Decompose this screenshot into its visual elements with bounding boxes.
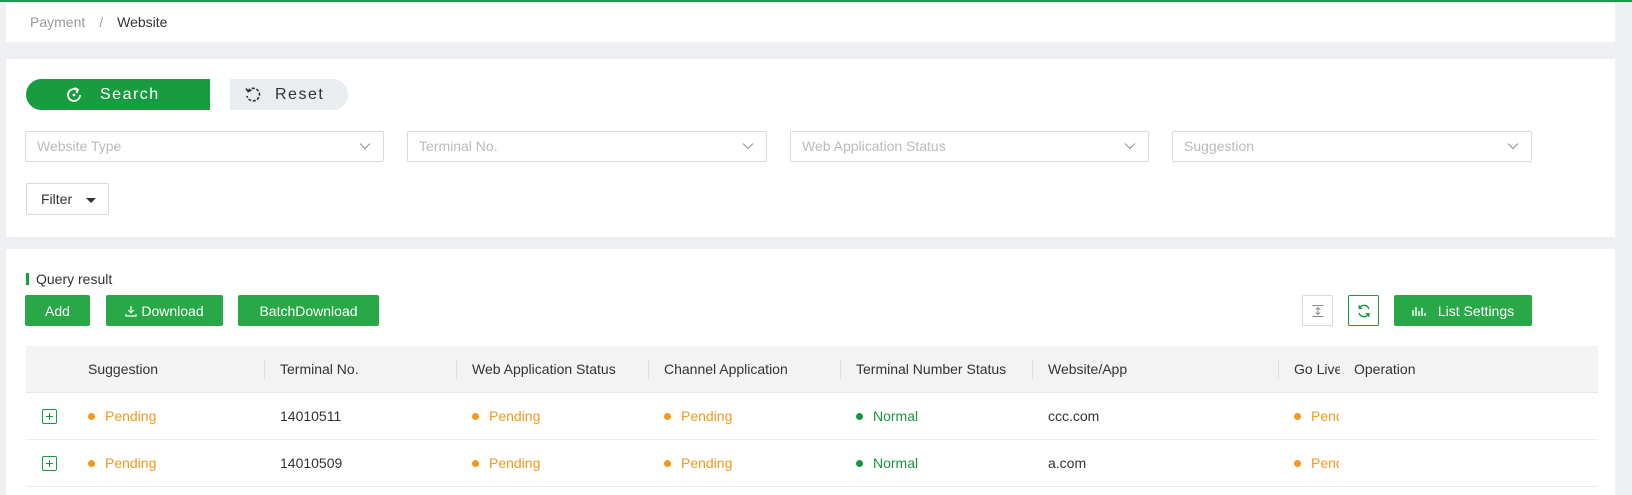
breadcrumb-separator: / [99,14,104,30]
query-result-table: Suggestion Terminal No. Web Application … [26,346,1598,487]
chevron-down-icon [1507,143,1519,150]
column-divider[interactable] [1278,360,1279,379]
suggestion-select[interactable]: Suggestion [1172,131,1532,162]
breadcrumb-website: Website [117,14,168,30]
add-button-label: Add [45,302,70,319]
web-application-status-select[interactable]: Web Application Status [790,131,1149,162]
column-divider[interactable] [264,360,265,379]
cell-go-live: Pending [1294,393,1339,440]
status-dot [472,460,479,467]
col-website-app: Website/App [1048,361,1128,377]
cell-go-live-text: Pending [1311,455,1339,471]
vertical-expand-icon [1312,304,1323,317]
terminal-no-placeholder: Terminal No. [419,138,498,154]
col-suggestion: Suggestion [88,361,159,377]
cell-terminal-no: 14010509 [280,455,343,471]
refresh-button[interactable] [1348,295,1379,326]
cell-channel-application: Pending [664,393,834,440]
chevron-down-icon [359,143,371,150]
search-panel: Search Reset Website Type Terminal No. W… [6,59,1615,237]
download-button[interactable]: Download [106,295,223,326]
download-button-label: Download [141,302,204,319]
website-type-select[interactable]: Website Type [25,131,384,162]
cell-suggestion-text: Pending [105,408,157,424]
table-row: Pending 14010511 Pending Pending Normal … [26,393,1598,440]
cell-suggestion-text: Pending [105,455,157,471]
table-row: Pending 14010509 Pending Pending Normal … [26,440,1598,487]
status-dot [664,460,671,467]
expand-row-icon[interactable] [42,409,57,424]
query-result-title: Query result [36,271,113,287]
col-go-live: Go Live [1294,361,1340,377]
column-divider[interactable] [456,360,457,379]
cell-suggestion: Pending [88,393,258,440]
status-dot [1294,460,1301,467]
reset-button-label: Reset [275,85,325,103]
col-operation: Operation [1354,361,1416,377]
col-terminal-number-status: Terminal Number Status [856,361,1007,377]
cell-terminal-number-status: Normal [856,440,1026,487]
download-icon [125,305,137,317]
batch-download-button-label: BatchDownload [259,302,358,319]
status-dot [856,460,863,467]
status-dot [88,460,95,467]
cell-terminal-number-status: Normal [856,393,1026,440]
column-divider[interactable] [648,360,649,379]
cell-terminal-status-text: Normal [873,455,919,471]
website-type-placeholder: Website Type [37,138,122,154]
breadcrumb: Payment / Website [30,14,167,30]
expand-rows-button[interactable] [1302,295,1333,326]
list-settings-button[interactable]: List Settings [1394,295,1532,326]
status-dot [1294,413,1301,420]
search-button-label: Search [100,85,160,103]
cell-website-app: ccc.com [1048,408,1100,424]
breadcrumb-bar: Payment / Website [6,2,1615,42]
bar-chart-icon [1412,306,1426,316]
reset-icon [245,87,261,102]
status-dot [472,413,479,420]
search-button[interactable]: Search [26,79,210,110]
reset-button[interactable]: Reset [230,79,348,110]
cell-channel-text: Pending [681,455,733,471]
web-application-status-placeholder: Web Application Status [802,138,946,154]
cell-go-live: Pending [1294,440,1339,487]
col-web-application-status: Web Application Status [472,361,616,377]
refresh-icon [1357,304,1370,317]
filter-button[interactable]: Filter [26,183,109,215]
cell-web-application-status: Pending [472,440,642,487]
column-divider[interactable] [840,360,841,379]
chevron-down-icon [1124,143,1136,150]
cell-channel-text: Pending [681,408,733,424]
status-dot [856,413,863,420]
cell-website-app: a.com [1048,455,1087,471]
cell-web-application-status: Pending [472,393,642,440]
terminal-no-select[interactable]: Terminal No. [407,131,767,162]
chevron-down-icon [742,143,754,150]
cell-web-status-text: Pending [489,408,541,424]
suggestion-placeholder: Suggestion [1184,138,1255,154]
cell-terminal-no: 14010511 [280,408,342,424]
query-result-panel: Query result Add Download BatchDownload … [6,249,1615,495]
status-dot [664,413,671,420]
column-divider[interactable] [1032,360,1033,379]
batch-download-button[interactable]: BatchDownload [238,295,379,326]
expand-row-icon[interactable] [42,456,57,471]
cell-channel-application: Pending [664,440,834,487]
caret-down-icon [86,198,96,203]
list-settings-button-label: List Settings [1437,302,1515,319]
status-dot [88,413,95,420]
search-refresh-icon [67,87,81,102]
section-marker [26,273,29,285]
cell-go-live-text: Pending [1311,408,1339,424]
table-header: Suggestion Terminal No. Web Application … [26,346,1598,393]
cell-terminal-status-text: Normal [873,408,919,424]
col-channel-application: Channel Application [664,361,788,377]
add-button[interactable]: Add [25,295,90,326]
cell-web-status-text: Pending [489,455,541,471]
filter-button-label: Filter [41,191,73,207]
breadcrumb-payment[interactable]: Payment [30,14,85,30]
col-terminal-no: Terminal No. [280,361,359,377]
cell-suggestion: Pending [88,440,258,487]
